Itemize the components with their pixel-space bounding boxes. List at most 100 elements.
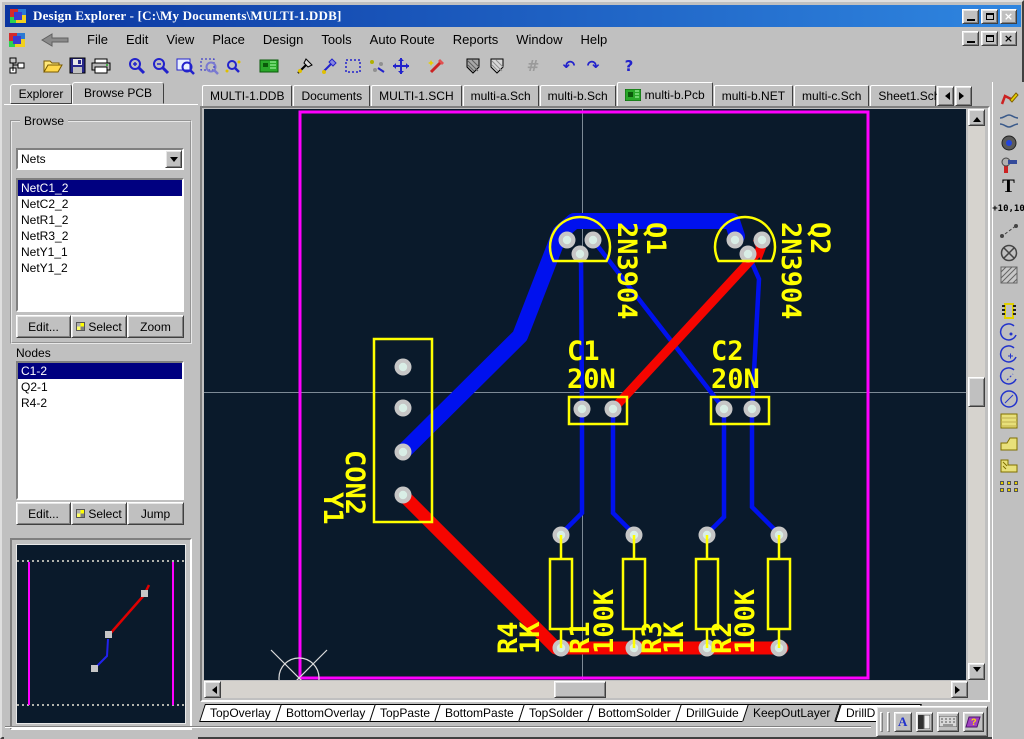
combo-dropdown-button[interactable] <box>165 150 182 168</box>
vertical-scroll-thumb[interactable] <box>968 377 985 407</box>
toolbar-grip[interactable] <box>887 712 890 732</box>
help-icon[interactable]: ? <box>617 54 641 77</box>
grid-toggle-icon[interactable]: # <box>521 54 545 77</box>
place-component-icon[interactable] <box>996 300 1022 322</box>
place-polygon-cutout-icon[interactable] <box>996 454 1022 476</box>
doc-tab[interactable]: multi-c.Sch <box>794 85 869 106</box>
print-icon[interactable] <box>89 54 113 77</box>
node-list[interactable]: C1-2 Q2-1 R4-2 <box>16 361 184 500</box>
scroll-left-button[interactable] <box>204 681 221 698</box>
place-arc-angle-icon[interactable] <box>996 366 1022 388</box>
restore-button[interactable] <box>981 9 998 24</box>
zoom-out-icon[interactable] <box>149 54 173 77</box>
place-string-icon[interactable]: T <box>996 176 1022 198</box>
layer-tab[interactable]: TopOverlay <box>199 704 282 722</box>
menu-view[interactable]: View <box>157 30 203 49</box>
net-list-item[interactable]: NetC1_2 <box>18 180 182 196</box>
redo-icon[interactable]: ↷ <box>581 54 605 77</box>
back-arrow-icon[interactable] <box>40 33 70 47</box>
doc-tab[interactable]: multi-b.Sch <box>540 85 616 106</box>
wizard-icon[interactable] <box>425 54 449 77</box>
doc-tab[interactable]: multi-a.Sch <box>463 85 539 106</box>
node-list-item[interactable]: C1-2 <box>18 363 182 379</box>
place-arc-center-icon[interactable] <box>996 344 1022 366</box>
close-button[interactable]: × <box>1000 9 1017 24</box>
scroll-right-button[interactable] <box>951 681 968 698</box>
place-pad-array-icon[interactable] <box>996 476 1022 498</box>
doc-tab[interactable]: Documents <box>293 85 370 106</box>
zoom-point-icon[interactable] <box>221 54 245 77</box>
net-list[interactable]: NetC1_2 NetC2_2 NetR1_2 NetR3_2 NetY1_1 … <box>16 178 184 312</box>
undo-icon[interactable]: ↶ <box>557 54 581 77</box>
polygon-a-icon[interactable] <box>461 54 485 77</box>
place-fill-hatched-icon[interactable] <box>996 264 1022 286</box>
node-edit-button[interactable]: Edit... <box>16 502 71 525</box>
help-book-icon[interactable]: ? <box>963 712 984 732</box>
net-edit-button[interactable]: Edit... <box>16 315 71 338</box>
save-icon[interactable] <box>65 54 89 77</box>
net-list-item[interactable]: NetR3_2 <box>18 228 182 244</box>
layer-tab[interactable]: TopSolder <box>518 704 594 722</box>
place-arc-edge-icon[interactable] <box>996 322 1022 344</box>
mdi-restore-button[interactable] <box>981 31 998 46</box>
explorer-toggle-icon[interactable] <box>5 54 29 77</box>
menu-file[interactable]: File <box>78 30 117 49</box>
doc-tab[interactable]: multi-b.NET <box>714 85 793 106</box>
place-polygon-icon[interactable] <box>996 432 1022 454</box>
net-preview-map[interactable] <box>17 545 185 723</box>
net-list-item[interactable]: NetC2_2 <box>18 196 182 212</box>
doc-tab[interactable]: MULTI-1.DDB <box>202 85 292 106</box>
net-list-item[interactable]: NetR1_2 <box>18 212 182 228</box>
menu-design[interactable]: Design <box>254 30 312 49</box>
place-arc-icon[interactable] <box>996 110 1022 132</box>
net-zoom-button[interactable]: Zoom <box>127 315 184 338</box>
layer-tab[interactable]: BottomSolder <box>587 704 682 722</box>
document-icon[interactable] <box>8 32 26 48</box>
title-bar[interactable]: Design Explorer - [C:\My Documents\MULTI… <box>5 5 1021 27</box>
doc-tab-scroll-right[interactable] <box>955 86 972 106</box>
zoom-window-icon[interactable] <box>173 54 197 77</box>
place-keepout-icon[interactable] <box>996 242 1022 264</box>
mdi-minimize-button[interactable] <box>962 31 979 46</box>
menu-help[interactable]: Help <box>572 30 617 49</box>
layer-tab[interactable]: DrillGuide <box>675 704 750 722</box>
toolbar-grip[interactable] <box>880 712 883 732</box>
place-full-circle-icon[interactable] <box>996 388 1022 410</box>
select-area-icon[interactable] <box>341 54 365 77</box>
tab-explorer[interactable]: Explorer <box>10 84 72 104</box>
net-list-item[interactable]: NetY1_1 <box>18 244 182 260</box>
annotate-a-icon[interactable]: A <box>894 712 912 732</box>
zoom-in-icon[interactable] <box>125 54 149 77</box>
browse-mode-combo[interactable]: Nets <box>16 148 184 170</box>
pcb-canvas[interactable]: 2N3904 Q1 2N3904 Q2 C1 20N C2 20N Y1 CON… <box>204 109 966 680</box>
horizontal-scrollbar[interactable] <box>204 681 968 698</box>
place-dimension-icon[interactable] <box>996 220 1022 242</box>
deselect-icon[interactable] <box>365 54 389 77</box>
floating-mini-toolbar[interactable]: A ? <box>876 706 988 737</box>
vertical-scrollbar[interactable] <box>968 109 985 680</box>
polygon-b-icon[interactable] <box>485 54 509 77</box>
place-pad-icon[interactable] <box>996 132 1022 154</box>
tab-browse-pcb[interactable]: Browse PCB <box>72 82 164 104</box>
contrast-panel-icon[interactable] <box>916 712 934 732</box>
draw-line-icon[interactable] <box>317 54 341 77</box>
doc-tab-active[interactable]: multi-b.Pcb <box>617 82 713 106</box>
layer-tab[interactable]: TopPaste <box>369 704 441 722</box>
node-select-button[interactable]: Select <box>71 502 127 525</box>
scroll-down-button[interactable] <box>968 663 985 680</box>
minimize-button[interactable] <box>962 9 979 24</box>
menu-window[interactable]: Window <box>507 30 571 49</box>
keyboard-icon[interactable] <box>937 712 958 732</box>
menu-place[interactable]: Place <box>203 30 254 49</box>
layer-tab[interactable]: BottomOverlay <box>275 704 376 722</box>
menu-tools[interactable]: Tools <box>312 30 360 49</box>
menu-reports[interactable]: Reports <box>444 30 508 49</box>
menu-autoroute[interactable]: Auto Route <box>361 30 444 49</box>
menu-edit[interactable]: Edit <box>117 30 157 49</box>
knife-icon[interactable] <box>293 54 317 77</box>
horizontal-scroll-thumb[interactable] <box>554 681 606 698</box>
board-view-icon[interactable] <box>257 54 281 77</box>
mdi-close-button[interactable]: × <box>1000 31 1017 46</box>
net-list-item[interactable]: NetY1_2 <box>18 260 182 276</box>
place-fill-icon[interactable] <box>996 410 1022 432</box>
